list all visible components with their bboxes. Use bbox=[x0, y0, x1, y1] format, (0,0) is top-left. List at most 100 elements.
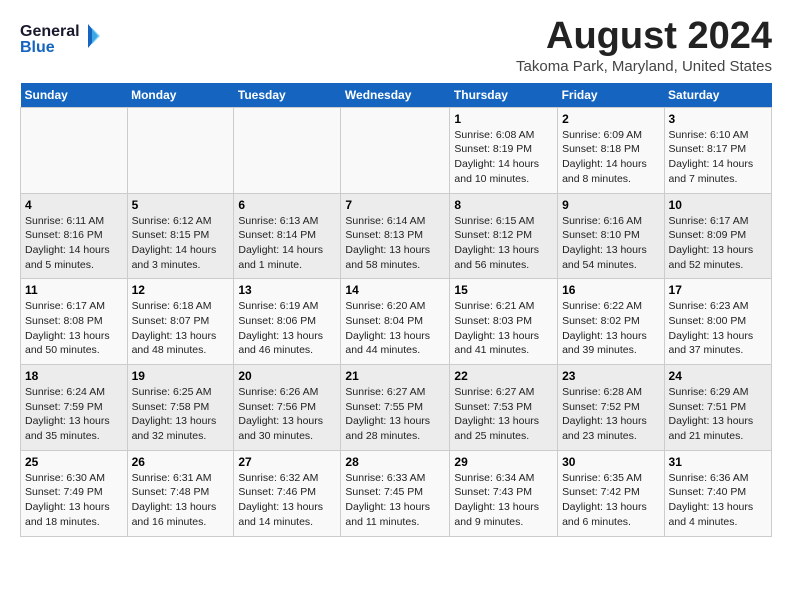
day-info: Sunrise: 6:13 AM Sunset: 8:14 PM Dayligh… bbox=[238, 214, 336, 273]
calendar-day-cell: 12 Sunrise: 6:18 AM Sunset: 8:07 PM Dayli… bbox=[127, 279, 234, 365]
day-number: 1 bbox=[454, 112, 553, 126]
weekday-header-friday: Friday bbox=[558, 83, 664, 108]
calendar-day-cell: 5 Sunrise: 6:12 AM Sunset: 8:15 PM Daylig… bbox=[127, 193, 234, 279]
calendar-day-cell: 22 Sunrise: 6:27 AM Sunset: 7:53 PM Dayli… bbox=[450, 365, 558, 451]
day-info: Sunrise: 6:32 AM Sunset: 7:46 PM Dayligh… bbox=[238, 471, 336, 530]
day-number: 13 bbox=[238, 283, 336, 297]
day-info: Sunrise: 6:16 AM Sunset: 8:10 PM Dayligh… bbox=[562, 214, 659, 273]
calendar-day-cell: 25Sunrise: 6:30 AM Sunset: 7:49 PM Dayli… bbox=[21, 450, 128, 536]
day-info: Sunrise: 6:24 AM Sunset: 7:59 PM Dayligh… bbox=[25, 385, 123, 444]
day-number: 6 bbox=[238, 198, 336, 212]
day-number: 14 bbox=[345, 283, 445, 297]
calendar-day-cell: 20Sunrise: 6:26 AM Sunset: 7:56 PM Dayli… bbox=[234, 365, 341, 451]
day-info: Sunrise: 6:27 AM Sunset: 7:53 PM Dayligh… bbox=[454, 385, 553, 444]
calendar-week-row: 1 Sunrise: 6:08 AM Sunset: 8:19 PM Daylig… bbox=[21, 107, 772, 193]
calendar-day-cell: 26 Sunrise: 6:31 AM Sunset: 7:48 PM Dayli… bbox=[127, 450, 234, 536]
day-info: Sunrise: 6:10 AM Sunset: 8:17 PM Dayligh… bbox=[669, 128, 767, 187]
calendar-day-cell: 27 Sunrise: 6:32 AM Sunset: 7:46 PM Dayli… bbox=[234, 450, 341, 536]
day-number: 30 bbox=[562, 455, 659, 469]
day-number: 21 bbox=[345, 369, 445, 383]
day-number: 17 bbox=[669, 283, 767, 297]
calendar-day-cell: 17Sunrise: 6:23 AM Sunset: 8:00 PM Dayli… bbox=[664, 279, 771, 365]
day-number: 9 bbox=[562, 198, 659, 212]
title-block: August 2024 Takoma Park, Maryland, Unite… bbox=[516, 16, 772, 75]
day-info: Sunrise: 6:11 AM Sunset: 8:16 PM Dayligh… bbox=[25, 214, 123, 273]
calendar-day-cell: 1 Sunrise: 6:08 AM Sunset: 8:19 PM Daylig… bbox=[450, 107, 558, 193]
logo-icon: General Blue bbox=[20, 16, 100, 56]
day-number: 23 bbox=[562, 369, 659, 383]
weekday-header-tuesday: Tuesday bbox=[234, 83, 341, 108]
calendar-day-cell: 2 Sunrise: 6:09 AM Sunset: 8:18 PM Daylig… bbox=[558, 107, 664, 193]
empty-cell bbox=[341, 107, 450, 193]
day-number: 8 bbox=[454, 198, 553, 212]
day-info: Sunrise: 6:31 AM Sunset: 7:48 PM Dayligh… bbox=[132, 471, 230, 530]
calendar-day-cell: 4 Sunrise: 6:11 AM Sunset: 8:16 PM Daylig… bbox=[21, 193, 128, 279]
weekday-header-sunday: Sunday bbox=[21, 83, 128, 108]
empty-cell bbox=[234, 107, 341, 193]
day-number: 26 bbox=[132, 455, 230, 469]
calendar-day-cell: 14Sunrise: 6:20 AM Sunset: 8:04 PM Dayli… bbox=[341, 279, 450, 365]
day-info: Sunrise: 6:08 AM Sunset: 8:19 PM Dayligh… bbox=[454, 128, 553, 187]
day-info: Sunrise: 6:09 AM Sunset: 8:18 PM Dayligh… bbox=[562, 128, 659, 187]
day-number: 20 bbox=[238, 369, 336, 383]
day-number: 15 bbox=[454, 283, 553, 297]
svg-text:Blue: Blue bbox=[20, 39, 55, 56]
calendar-week-row: 11Sunrise: 6:17 AM Sunset: 8:08 PM Dayli… bbox=[21, 279, 772, 365]
day-number: 16 bbox=[562, 283, 659, 297]
day-number: 19 bbox=[132, 369, 230, 383]
day-number: 22 bbox=[454, 369, 553, 383]
day-info: Sunrise: 6:27 AM Sunset: 7:55 PM Dayligh… bbox=[345, 385, 445, 444]
day-info: Sunrise: 6:12 AM Sunset: 8:15 PM Dayligh… bbox=[132, 214, 230, 273]
day-number: 11 bbox=[25, 283, 123, 297]
weekday-header-saturday: Saturday bbox=[664, 83, 771, 108]
calendar-day-cell: 15 Sunrise: 6:21 AM Sunset: 8:03 PM Dayli… bbox=[450, 279, 558, 365]
weekday-header-wednesday: Wednesday bbox=[341, 83, 450, 108]
day-info: Sunrise: 6:33 AM Sunset: 7:45 PM Dayligh… bbox=[345, 471, 445, 530]
empty-cell bbox=[21, 107, 128, 193]
day-number: 25 bbox=[25, 455, 123, 469]
calendar-day-cell: 29Sunrise: 6:34 AM Sunset: 7:43 PM Dayli… bbox=[450, 450, 558, 536]
day-number: 27 bbox=[238, 455, 336, 469]
day-number: 2 bbox=[562, 112, 659, 126]
day-number: 3 bbox=[669, 112, 767, 126]
calendar-day-cell: 6 Sunrise: 6:13 AM Sunset: 8:14 PM Daylig… bbox=[234, 193, 341, 279]
calendar-day-cell: 30 Sunrise: 6:35 AM Sunset: 7:42 PM Dayli… bbox=[558, 450, 664, 536]
month-year-title: August 2024 bbox=[516, 16, 772, 58]
day-info: Sunrise: 6:34 AM Sunset: 7:43 PM Dayligh… bbox=[454, 471, 553, 530]
calendar-day-cell: 11Sunrise: 6:17 AM Sunset: 8:08 PM Dayli… bbox=[21, 279, 128, 365]
calendar-week-row: 25Sunrise: 6:30 AM Sunset: 7:49 PM Dayli… bbox=[21, 450, 772, 536]
weekday-header-thursday: Thursday bbox=[450, 83, 558, 108]
calendar-day-cell: 28 Sunrise: 6:33 AM Sunset: 7:45 PM Dayli… bbox=[341, 450, 450, 536]
day-info: Sunrise: 6:29 AM Sunset: 7:51 PM Dayligh… bbox=[669, 385, 767, 444]
calendar-day-cell: 3 Sunrise: 6:10 AM Sunset: 8:17 PM Daylig… bbox=[664, 107, 771, 193]
day-info: Sunrise: 6:35 AM Sunset: 7:42 PM Dayligh… bbox=[562, 471, 659, 530]
day-number: 4 bbox=[25, 198, 123, 212]
day-info: Sunrise: 6:18 AM Sunset: 8:07 PM Dayligh… bbox=[132, 299, 230, 358]
calendar-day-cell: 24 Sunrise: 6:29 AM Sunset: 7:51 PM Dayli… bbox=[664, 365, 771, 451]
header: General Blue August 2024 Takoma Park, Ma… bbox=[20, 16, 772, 75]
day-number: 24 bbox=[669, 369, 767, 383]
day-number: 28 bbox=[345, 455, 445, 469]
calendar-week-row: 18 Sunrise: 6:24 AM Sunset: 7:59 PM Dayli… bbox=[21, 365, 772, 451]
calendar-day-cell: 13Sunrise: 6:19 AM Sunset: 8:06 PM Dayli… bbox=[234, 279, 341, 365]
day-info: Sunrise: 6:21 AM Sunset: 8:03 PM Dayligh… bbox=[454, 299, 553, 358]
calendar-day-cell: 19 Sunrise: 6:25 AM Sunset: 7:58 PM Dayli… bbox=[127, 365, 234, 451]
day-info: Sunrise: 6:22 AM Sunset: 8:02 PM Dayligh… bbox=[562, 299, 659, 358]
calendar-day-cell: 10 Sunrise: 6:17 AM Sunset: 8:09 PM Dayli… bbox=[664, 193, 771, 279]
day-number: 31 bbox=[669, 455, 767, 469]
day-info: Sunrise: 6:36 AM Sunset: 7:40 PM Dayligh… bbox=[669, 471, 767, 530]
svg-text:General: General bbox=[20, 23, 80, 40]
day-number: 10 bbox=[669, 198, 767, 212]
day-number: 5 bbox=[132, 198, 230, 212]
day-number: 18 bbox=[25, 369, 123, 383]
calendar-day-cell: 21 Sunrise: 6:27 AM Sunset: 7:55 PM Dayli… bbox=[341, 365, 450, 451]
day-info: Sunrise: 6:15 AM Sunset: 8:12 PM Dayligh… bbox=[454, 214, 553, 273]
day-info: Sunrise: 6:25 AM Sunset: 7:58 PM Dayligh… bbox=[132, 385, 230, 444]
calendar-table: SundayMondayTuesdayWednesdayThursdayFrid… bbox=[20, 83, 772, 537]
calendar-day-cell: 23 Sunrise: 6:28 AM Sunset: 7:52 PM Dayli… bbox=[558, 365, 664, 451]
day-number: 12 bbox=[132, 283, 230, 297]
day-info: Sunrise: 6:17 AM Sunset: 8:09 PM Dayligh… bbox=[669, 214, 767, 273]
day-info: Sunrise: 6:28 AM Sunset: 7:52 PM Dayligh… bbox=[562, 385, 659, 444]
empty-cell bbox=[127, 107, 234, 193]
calendar-week-row: 4 Sunrise: 6:11 AM Sunset: 8:16 PM Daylig… bbox=[21, 193, 772, 279]
